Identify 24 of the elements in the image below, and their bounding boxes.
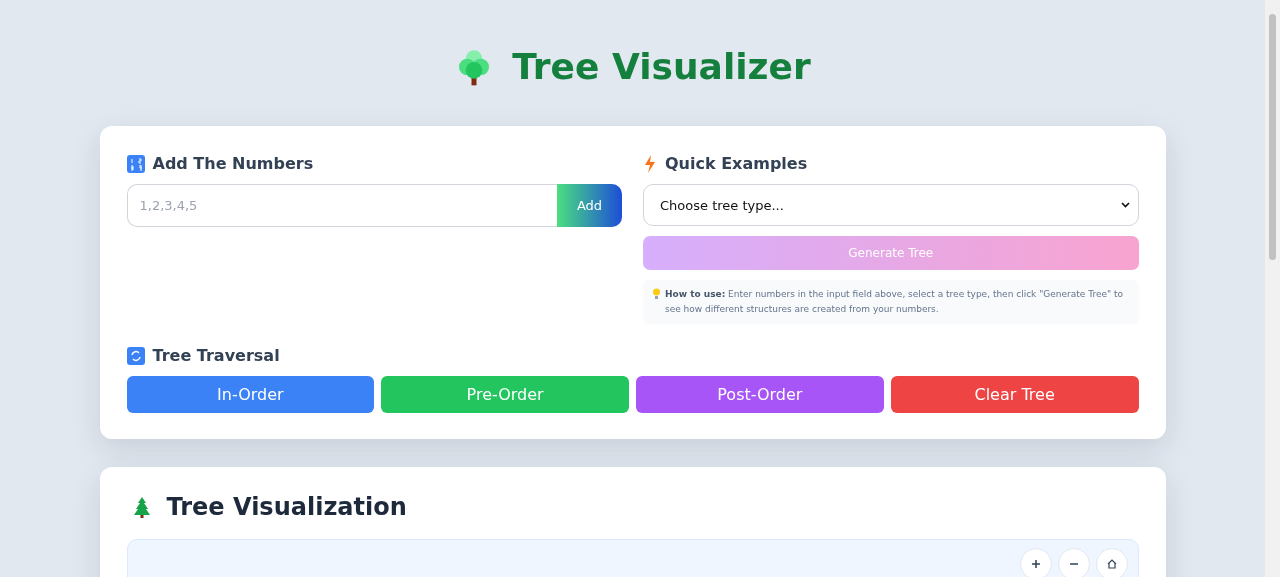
tree-type-select[interactable]: Choose tree type... — [643, 184, 1139, 226]
app-title: Tree Visualizer — [512, 46, 811, 87]
usage-hint: How to use: Enter numbers in the input field above, select a tree type, then click "Generate Tree" to see how different structures are created from your numbers. — [665, 288, 1124, 316]
traversal-button[interactable]: Clear Tree — [890, 376, 1139, 413]
lightbulb-icon — [652, 288, 661, 300]
scrollbar[interactable] — [1265, 0, 1280, 577]
add-button[interactable]: Add — [557, 184, 622, 227]
section-title: Tree Traversal — [152, 346, 280, 365]
traversal-button[interactable]: Pre-Order — [381, 376, 629, 413]
reset-button[interactable] — [1095, 548, 1128, 577]
numbers-input[interactable]: 1,2,3,4,5 — [126, 184, 557, 227]
section-title: Add The Numbers — [152, 154, 314, 173]
home-icon — [1106, 559, 1117, 569]
chevron-icon — [1120, 202, 1130, 208]
zoom-in-button[interactable] — [1019, 548, 1052, 577]
section-title: Quick Examples — [665, 154, 808, 173]
refresh-icon — [126, 346, 145, 365]
lightning-icon — [643, 154, 657, 173]
plus-icon — [1030, 559, 1041, 569]
traversal-button[interactable]: In-Order — [126, 376, 375, 413]
traversal-button[interactable]: Post-Order — [636, 376, 884, 413]
scrollbar-thumb[interactable] — [1269, 14, 1276, 260]
zoom-out-button[interactable] — [1057, 548, 1090, 577]
section-title: Tree Visualization — [166, 493, 407, 521]
